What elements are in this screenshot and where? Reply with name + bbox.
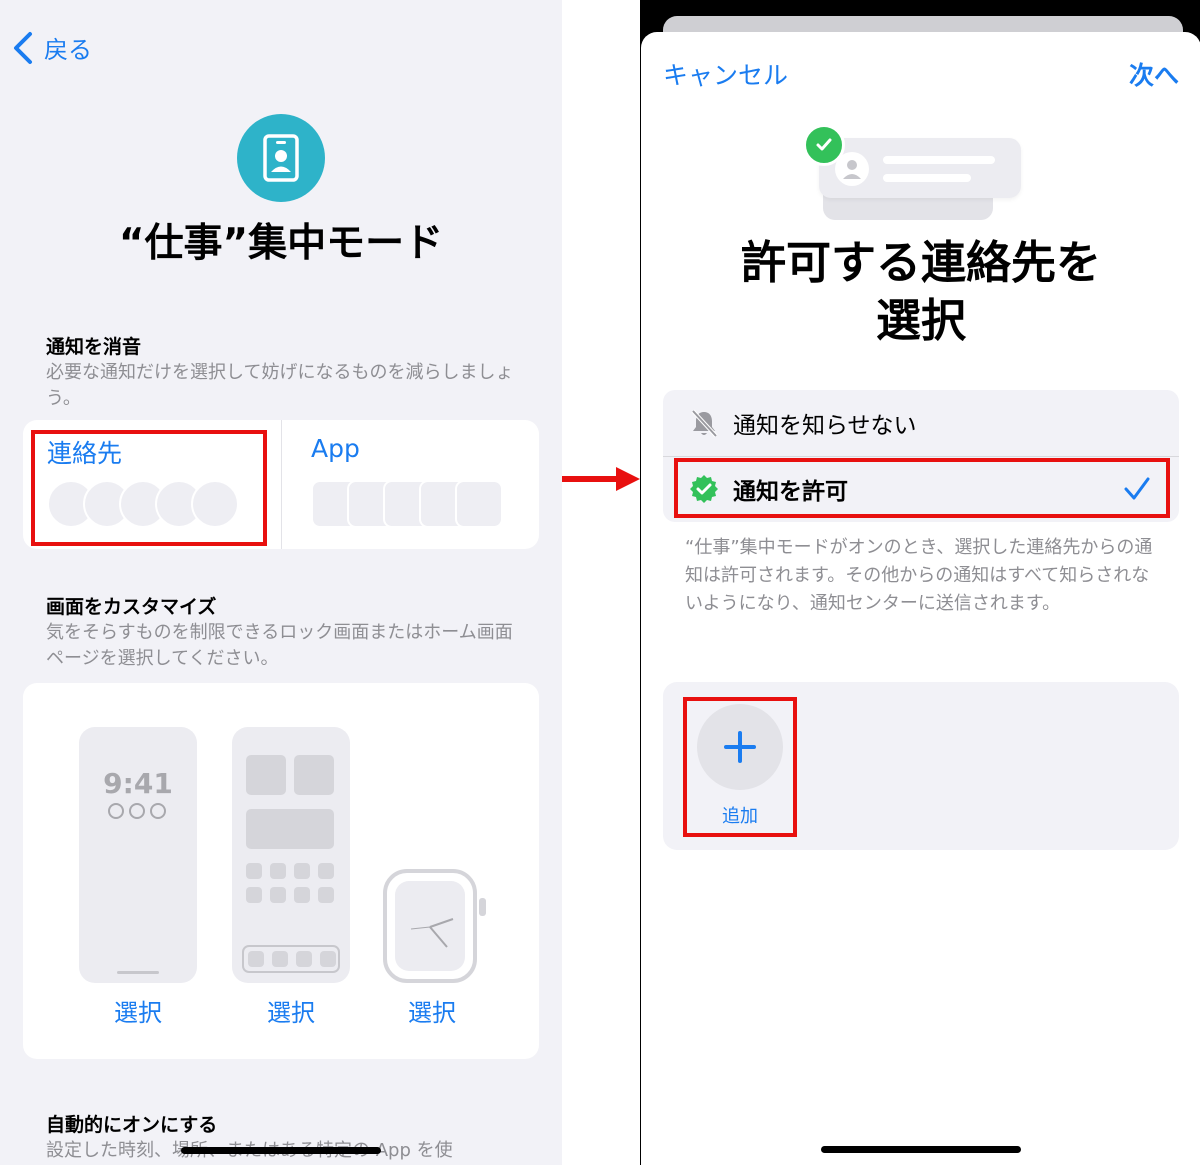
silence-notifications-subtitle: 必要な通知だけを選択して妨げになるものを減らしましょう。 [46, 362, 514, 409]
app-icon-placeholder [294, 863, 310, 879]
sheet-title: 許可する連絡先を選択 [641, 234, 1200, 350]
back-label: 戻る [44, 36, 92, 64]
text-placeholder [883, 174, 971, 182]
app-icon-placeholder [294, 887, 310, 903]
checkmark-badge-icon [803, 124, 845, 166]
option-label: 通知を知らせない [733, 413, 917, 439]
option-silence-notifications[interactable]: 通知を知らせない [663, 390, 1179, 456]
text-placeholder [883, 156, 995, 164]
contacts-highlight-box [31, 430, 267, 546]
auto-turn-on-heading: 自動的にオンにする [46, 1114, 218, 1136]
customize-screens-heading: 画面をカスタマイズ [46, 596, 217, 618]
lock-screen-preview[interactable]: 9:41 [79, 727, 197, 983]
sheet-title-text: 許可する連絡先を選択 [741, 236, 1102, 347]
select-lock-screen-button[interactable]: 選択 [78, 993, 198, 1028]
watch-face [395, 881, 465, 971]
home-screen-preview[interactable] [232, 727, 350, 983]
home-indicator[interactable] [181, 1147, 381, 1154]
app-placeholder [455, 480, 503, 528]
bell-slash-icon [689, 408, 719, 438]
lock-screen-widgets [108, 803, 166, 819]
cancel-button[interactable]: キャンセル [663, 56, 788, 92]
allowed-notification-illustration [801, 122, 1021, 232]
modal-sheet: キャンセル 次へ 許可する連絡先を選択 通知を知らせない 通知を許可 “仕事”集… [641, 32, 1200, 1165]
dock [242, 945, 340, 973]
home-indicator [117, 971, 159, 974]
home-indicator[interactable] [821, 1146, 1021, 1153]
allowed-contacts-screen: キャンセル 次へ 許可する連絡先を選択 通知を知らせない 通知を許可 “仕事”集… [640, 0, 1200, 1165]
focus-mode-settings-screen: 戻る “仕事”集中モード 通知を消音 必要な通知だけを選択して妨げになるものを減… [0, 0, 562, 1165]
next-button[interactable]: 次へ [1129, 56, 1179, 92]
app-icon-placeholder [318, 887, 334, 903]
allow-option-highlight-box [674, 458, 1170, 518]
app-icon-placeholder [318, 863, 334, 879]
select-home-screen-button[interactable]: 選択 [231, 993, 351, 1028]
watch-face-preview[interactable] [383, 869, 477, 983]
add-button-highlight-box [683, 697, 797, 837]
arrow-shaft [562, 476, 620, 482]
app-icon-placeholder [246, 887, 262, 903]
work-badge-icon [237, 114, 325, 202]
customize-card: 9:41 選択 選択 選択 [23, 683, 539, 1059]
clock-hands-icon [410, 918, 454, 948]
app-label: App [311, 434, 360, 463]
silence-notifications-heading: 通知を消音 [46, 336, 142, 358]
page-title: “仕事”集中モード [118, 221, 444, 266]
customize-screens-subtitle: 気をそらすものを制限できるロック画面またはホーム画面ページを選択してください。 [46, 622, 513, 669]
back-button[interactable]: 戻る [12, 30, 92, 65]
app-icon-placeholder [246, 863, 262, 879]
notification-card-front [819, 138, 1021, 198]
app-icon-placeholder [270, 863, 286, 879]
lock-screen-time: 9:41 [103, 767, 173, 800]
option-description: “仕事”集中モードがオンのとき、選択した連絡先からの通知は許可されます。その他か… [685, 537, 1153, 614]
watch-crown [479, 898, 486, 916]
widget-placeholder [294, 755, 334, 795]
widget-placeholder [246, 809, 334, 849]
app-icon-placeholder [270, 887, 286, 903]
select-watch-face-button[interactable]: 選択 [372, 993, 492, 1028]
widget-placeholder [246, 755, 286, 795]
arrow-right-icon [616, 467, 640, 491]
chevron-left-icon [14, 31, 32, 64]
app-placeholders [311, 480, 511, 528]
